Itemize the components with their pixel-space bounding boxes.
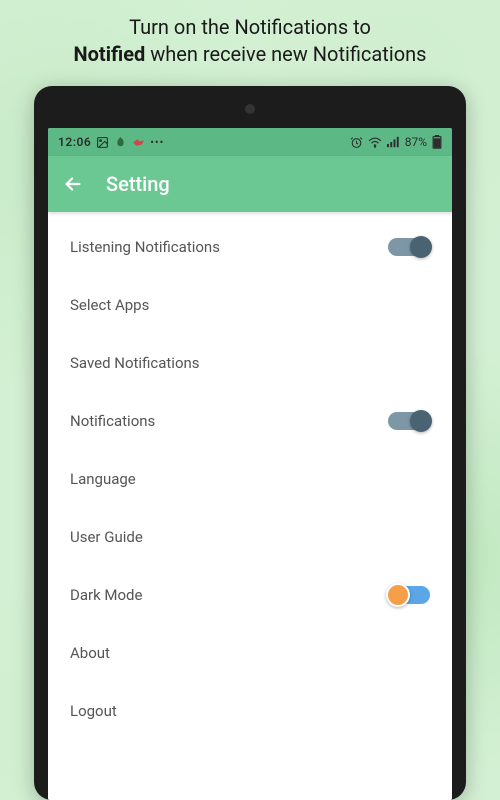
settings-row-about[interactable]: About xyxy=(48,624,452,682)
promo-line2-bold: Notified xyxy=(74,42,146,66)
screen: 12:06 ••• 87% Setting Listening N xyxy=(48,128,452,800)
battery-percent: 87% xyxy=(405,135,427,149)
signal-icon xyxy=(387,136,400,148)
row-label: About xyxy=(70,644,110,662)
wifi-icon xyxy=(368,136,382,148)
image-icon xyxy=(96,136,109,149)
row-label: Language xyxy=(70,470,136,488)
status-bar: 12:06 ••• 87% xyxy=(48,128,452,156)
battery-icon xyxy=(432,135,442,149)
page-title: Setting xyxy=(106,172,170,196)
toggle-notifications[interactable] xyxy=(388,412,430,430)
toggle-thumb xyxy=(410,410,432,432)
row-label: Listening Notifications xyxy=(70,238,220,256)
toggle-dark-mode[interactable] xyxy=(388,586,430,604)
back-button[interactable] xyxy=(62,173,84,195)
settings-row-dark-mode[interactable]: Dark Mode xyxy=(48,566,452,624)
row-label: User Guide xyxy=(70,528,143,546)
settings-list: Listening Notifications Select Apps Save… xyxy=(48,212,452,746)
settings-row-notifications[interactable]: Notifications xyxy=(48,392,452,450)
status-time: 12:06 xyxy=(58,135,91,149)
row-label: Dark Mode xyxy=(70,586,142,604)
app-bar: Setting xyxy=(48,156,452,212)
row-label: Select Apps xyxy=(70,296,149,314)
alarm-icon xyxy=(350,136,363,149)
row-label: Saved Notifications xyxy=(70,354,200,372)
bird-icon xyxy=(132,137,145,148)
toggle-listening-notifications[interactable] xyxy=(388,238,430,256)
settings-row-saved-notifications[interactable]: Saved Notifications xyxy=(48,334,452,392)
more-icon: ••• xyxy=(150,136,164,149)
settings-row-logout[interactable]: Logout xyxy=(48,682,452,740)
tablet-frame: 12:06 ••• 87% Setting Listening N xyxy=(34,86,466,800)
camera-dot xyxy=(245,104,255,114)
toggle-thumb xyxy=(386,583,410,607)
promo-line1: Turn on the Notifications to xyxy=(129,15,371,39)
row-label: Notifications xyxy=(70,412,155,430)
status-right: 87% xyxy=(350,135,442,149)
arrow-left-icon xyxy=(62,173,84,195)
settings-row-language[interactable]: Language xyxy=(48,450,452,508)
status-left: 12:06 ••• xyxy=(58,135,164,149)
settings-row-listening-notifications[interactable]: Listening Notifications xyxy=(48,218,452,276)
settings-row-user-guide[interactable]: User Guide xyxy=(48,508,452,566)
toggle-thumb xyxy=(410,236,432,258)
row-label: Logout xyxy=(70,702,117,720)
settings-row-select-apps[interactable]: Select Apps xyxy=(48,276,452,334)
promo-text: Turn on the Notifications to Notified wh… xyxy=(0,0,500,78)
leaf-icon xyxy=(114,136,127,149)
promo-line2-rest: when receive new Notifications xyxy=(145,42,426,66)
